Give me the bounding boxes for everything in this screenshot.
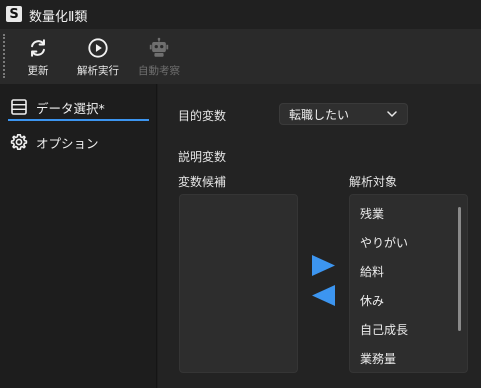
gear-icon [10, 134, 28, 150]
toolbar: 更新 解析実行 自動考察 [0, 29, 481, 84]
selected-label: 解析対象 [349, 175, 398, 189]
play-circle-icon [88, 38, 108, 58]
run-analysis-button[interactable]: 解析実行 [72, 29, 124, 84]
table-icon [11, 99, 27, 115]
candidates-label: 変数候補 [178, 175, 227, 189]
refresh-icon [31, 39, 45, 57]
sidebar-item-label: オプション [36, 135, 99, 151]
sidebar-item-label: データ選択* [36, 100, 105, 116]
window-title: 数量化Ⅱ類 [29, 10, 88, 25]
sidebar: データ選択* オプション [0, 84, 157, 388]
toolbar-grip[interactable] [3, 34, 5, 78]
refresh-label: 更新 [27, 65, 49, 77]
sidebar-item-data-selection[interactable]: データ選択* [10, 94, 150, 120]
list-item[interactable]: やりがい [360, 234, 408, 251]
app-logo-icon: S [6, 6, 22, 22]
auto-insight-button[interactable]: 自動考察 [133, 29, 185, 84]
chevron-down-icon [387, 111, 397, 117]
remove-variable-button[interactable] [311, 284, 336, 307]
target-variable-label: 目的変数 [178, 109, 227, 123]
list-item[interactable]: 休み [360, 292, 384, 309]
list-scrollbar[interactable] [458, 207, 461, 331]
add-variable-button[interactable] [311, 254, 336, 277]
refresh-button[interactable]: 更新 [21, 29, 55, 84]
list-item[interactable]: 給料 [360, 263, 384, 280]
candidate-variables-list[interactable] [179, 194, 298, 373]
robot-icon [149, 37, 169, 57]
list-item[interactable]: 自己成長 [360, 321, 408, 338]
active-tab-indicator [8, 119, 149, 121]
target-variable-select[interactable]: 転職したい [279, 103, 408, 125]
list-item[interactable]: 残業 [360, 205, 384, 222]
list-item[interactable]: 業務量 [360, 350, 396, 367]
explanatory-variables-label: 説明変数 [178, 150, 227, 164]
target-variable-value: 転職したい [289, 107, 350, 122]
title-bar: S 数量化Ⅱ類 [0, 0, 481, 29]
auto-insight-label: 自動考察 [138, 65, 180, 77]
sidebar-item-options[interactable]: オプション [10, 129, 150, 155]
data-selection-panel: 目的変数 転職したい 説明変数 変数候補 解析対象 残業 やりがい 給料 休み … [158, 84, 481, 388]
run-analysis-label: 解析実行 [77, 65, 119, 77]
selected-variables-list[interactable]: 残業 やりがい 給料 休み 自己成長 業務量 [349, 194, 468, 373]
